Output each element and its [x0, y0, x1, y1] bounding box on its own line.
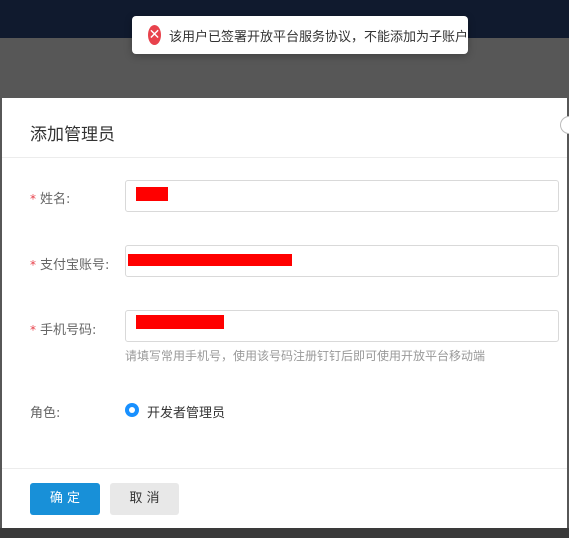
add-admin-dialog: 添加管理员 * 姓名: * 支付宝账号: * 手机号码: 请填写常用手机号，使用该号码… — [2, 98, 569, 528]
role-option-label[interactable]: 开发者管理员 — [147, 402, 225, 421]
role-radio-developer-admin[interactable] — [125, 403, 139, 417]
redacted-name — [136, 187, 168, 201]
toast-message: 该用户已签署开放平台服务协议，不能添加为子账户 — [168, 29, 468, 45]
dialog-title: 添加管理员 — [30, 125, 115, 145]
phone-hint: 请填写常用手机号，使用该号码注册钉钉后即可使用开放平台移动端 — [125, 349, 486, 363]
page-bottom-strip — [0, 528, 569, 538]
cancel-button[interactable]: 取 消 — [110, 483, 179, 515]
alipay-account-label: * 支付宝账号: — [30, 254, 109, 273]
phone-label-text: 手机号码: — [40, 323, 97, 338]
alipay-account-input[interactable] — [125, 245, 559, 277]
required-mark: * — [30, 192, 36, 206]
required-mark: * — [30, 258, 36, 272]
confirm-button[interactable]: 确 定 — [30, 483, 100, 515]
name-label-text: 姓名: — [40, 192, 71, 207]
name-input[interactable] — [125, 180, 559, 212]
role-label: 角色: — [30, 406, 61, 421]
error-circle-icon: ✕ — [148, 25, 161, 45]
error-toast: ✕ 该用户已签署开放平台服务协议，不能添加为子账户 — [132, 16, 468, 54]
required-mark: * — [30, 323, 36, 337]
dialog-header: 添加管理员 — [2, 98, 569, 158]
redacted-phone — [136, 315, 224, 329]
redacted-alipay-account — [128, 254, 292, 266]
phone-input[interactable] — [125, 310, 559, 342]
dialog-footer: 确 定 取 消 — [2, 468, 567, 528]
close-icon[interactable] — [560, 116, 569, 134]
phone-label: * 手机号码: — [30, 319, 96, 338]
alipay-account-label-text: 支付宝账号: — [40, 258, 110, 273]
name-label: * 姓名: — [30, 188, 70, 207]
